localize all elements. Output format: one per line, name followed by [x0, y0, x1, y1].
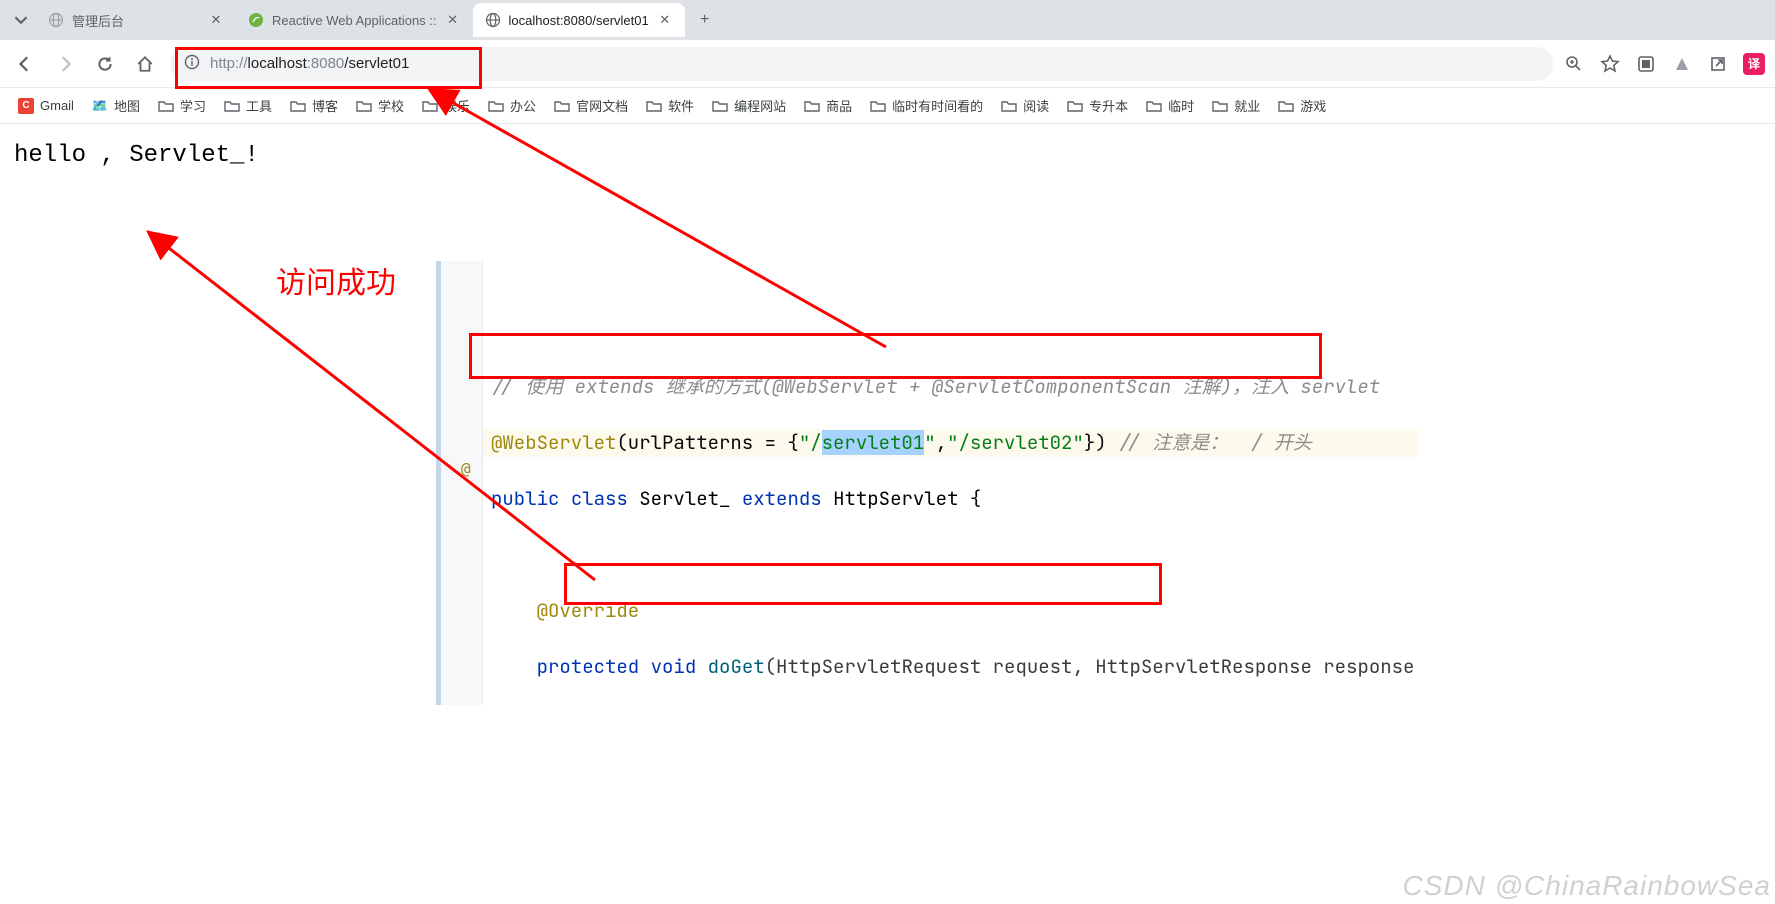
back-button[interactable] — [10, 49, 40, 79]
bookmark-label: 临时 — [1168, 96, 1194, 115]
page-content: hello , Servlet_! — [0, 124, 1775, 187]
tab-title: 管理后台 — [72, 11, 200, 30]
home-button[interactable] — [130, 49, 160, 79]
folder-icon — [1067, 98, 1083, 114]
close-icon[interactable]: ✕ — [208, 12, 224, 28]
globe-icon — [48, 12, 64, 28]
annotation-success-label: 访问成功 — [276, 258, 396, 302]
bookmark-coding[interactable]: 编程网站 — [706, 92, 792, 119]
folder-icon — [224, 98, 240, 114]
code-editor[interactable]: // 使用 extends 继承的方式(@WebServlet + @Servl… — [483, 261, 1417, 705]
bookmark-job[interactable]: 就业 — [1206, 92, 1266, 119]
bookmark-label: 阅读 — [1023, 96, 1049, 115]
extension-b-icon[interactable] — [1671, 53, 1693, 75]
bookmark-game[interactable]: 游戏 — [1272, 92, 1332, 119]
bookmark-school[interactable]: 学校 — [350, 92, 410, 119]
open-external-icon[interactable] — [1707, 53, 1729, 75]
tab-title: localhost:8080/servlet01 — [509, 13, 649, 28]
bookmark-gmail[interactable]: C Gmail — [12, 94, 80, 118]
bookmark-tools[interactable]: 工具 — [218, 92, 278, 119]
tab-reactive[interactable]: Reactive Web Applications :: ✕ — [236, 3, 473, 37]
new-tab-button[interactable]: + — [691, 6, 719, 34]
bookmark-star-icon[interactable] — [1599, 53, 1621, 75]
bookmark-read[interactable]: 阅读 — [995, 92, 1055, 119]
bookmark-label: 专升本 — [1089, 96, 1128, 115]
folder-icon — [870, 98, 886, 114]
bookmark-label: 娱乐 — [444, 96, 470, 115]
gutter-annotation-icon: @ — [461, 459, 471, 478]
address-bar[interactable]: http://localhost:8080/servlet01 — [170, 47, 1553, 81]
tab-admin[interactable]: 管理后台 ✕ — [36, 3, 236, 37]
bookmark-study[interactable]: 学习 — [152, 92, 212, 119]
folder-icon — [422, 98, 438, 114]
globe-icon — [485, 12, 501, 28]
bookmark-label: 软件 — [668, 96, 694, 115]
folder-icon — [646, 98, 662, 114]
folder-icon — [290, 98, 306, 114]
bookmark-label: 博客 — [312, 96, 338, 115]
bookmark-label: 就业 — [1234, 96, 1260, 115]
page-text: hello , Servlet_! — [14, 142, 259, 169]
zoom-icon[interactable] — [1563, 53, 1585, 75]
close-icon[interactable]: ✕ — [445, 12, 461, 28]
folder-icon — [356, 98, 372, 114]
bookmark-tempread[interactable]: 临时有时间看的 — [864, 92, 989, 119]
bookmark-label: 工具 — [246, 96, 272, 115]
browser-tab-bar: 管理后台 ✕ Reactive Web Applications :: ✕ lo… — [0, 0, 1775, 40]
toolbar-right: 译 — [1563, 53, 1765, 75]
folder-icon — [488, 98, 504, 114]
bookmark-label: 地图 — [114, 96, 140, 115]
bookmark-label: 学习 — [180, 96, 206, 115]
folder-icon — [1212, 98, 1228, 114]
bookmark-label: 商品 — [826, 96, 852, 115]
spring-icon — [248, 12, 264, 28]
bookmark-label: 临时有时间看的 — [892, 96, 983, 115]
forward-button[interactable] — [50, 49, 80, 79]
close-icon[interactable]: ✕ — [657, 12, 673, 28]
gmail-icon: C — [18, 98, 34, 114]
bookmark-label: 游戏 — [1300, 96, 1326, 115]
watermark: CSDN @ChinaRainbowSea — [1403, 870, 1771, 902]
bookmark-zsb[interactable]: 专升本 — [1061, 92, 1134, 119]
folder-icon — [1146, 98, 1162, 114]
folder-icon — [1001, 98, 1017, 114]
extension-a-icon[interactable] — [1635, 53, 1657, 75]
site-info-icon[interactable] — [184, 54, 200, 74]
bookmark-label: 编程网站 — [734, 96, 786, 115]
bookmark-label: 官网文档 — [576, 96, 628, 115]
bookmark-label: 办公 — [510, 96, 536, 115]
folder-icon — [804, 98, 820, 114]
bookmark-blog[interactable]: 博客 — [284, 92, 344, 119]
bookmark-map[interactable]: 🗺️ 地图 — [86, 92, 146, 119]
bookmark-ent[interactable]: 娱乐 — [416, 92, 476, 119]
bookmark-software[interactable]: 软件 — [640, 92, 700, 119]
reload-button[interactable] — [90, 49, 120, 79]
tab-list-menu[interactable] — [6, 6, 36, 34]
bookmark-docs[interactable]: 官网文档 — [548, 92, 634, 119]
folder-icon — [554, 98, 570, 114]
toolbar: http://localhost:8080/servlet01 译 — [0, 40, 1775, 88]
tab-title: Reactive Web Applications :: — [272, 13, 437, 28]
map-icon: 🗺️ — [92, 98, 108, 114]
bookmark-office[interactable]: 办公 — [482, 92, 542, 119]
folder-icon — [712, 98, 728, 114]
translate-extension-icon[interactable]: 译 — [1743, 53, 1765, 75]
bookmark-label: 学校 — [378, 96, 404, 115]
code-gutter: @ — [441, 261, 483, 705]
url-text: http://localhost:8080/servlet01 — [210, 55, 1539, 72]
folder-icon — [158, 98, 174, 114]
bookmarks-bar: C Gmail 🗺️ 地图 学习 工具 博客 学校 娱乐 办公 官网文档 软件 编程… — [0, 88, 1775, 124]
bookmark-goods[interactable]: 商品 — [798, 92, 858, 119]
tab-servlet01[interactable]: localhost:8080/servlet01 ✕ — [473, 3, 685, 37]
folder-icon — [1278, 98, 1294, 114]
bookmark-label: Gmail — [40, 98, 74, 113]
bookmark-temp[interactable]: 临时 — [1140, 92, 1200, 119]
